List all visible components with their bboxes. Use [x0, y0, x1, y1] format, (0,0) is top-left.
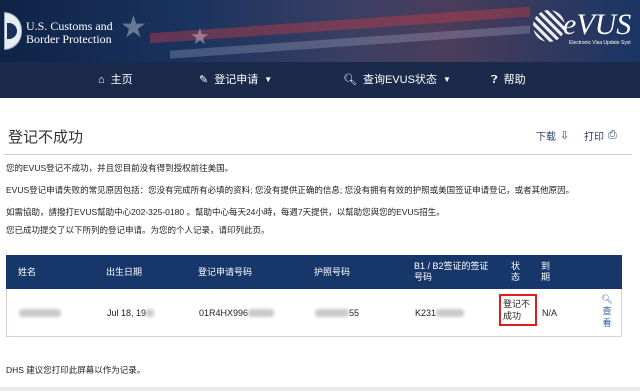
nav-apply[interactable]: ✎ 登记申请 ▼: [199, 62, 272, 98]
caret-down-icon: ▼: [264, 75, 273, 84]
view-line1: 查: [602, 306, 612, 316]
col-visa-line2: 号码: [414, 272, 433, 282]
cell-visa: K231: [415, 289, 465, 337]
nav-check-status-label: 查询EVUS状态: [362, 74, 437, 86]
nav-check-status[interactable]: 🔍︎ 查询EVUS状态 ▼: [343, 62, 451, 98]
divider: [4, 154, 632, 155]
redacted-dob: [146, 309, 155, 317]
edit-icon: ✎: [199, 74, 209, 86]
redacted-name: [19, 309, 61, 317]
print-label: 打印: [584, 132, 604, 143]
footnote: DHS 建议您打印此屏幕以作为记录。: [6, 365, 146, 375]
download-label: 下载: [536, 132, 556, 143]
table-row: Jul 18, 19 01R4HX996 55 K231 登记不 成功 N/A …: [6, 289, 622, 337]
bottom-rule: [0, 387, 640, 391]
star-icon: ★: [120, 11, 147, 44]
col-dob: 出生日期: [106, 266, 143, 277]
site-banner: ★ ★ U.S. Customs and Border Protection e…: [0, 0, 640, 62]
status-line1: 登记不: [503, 299, 531, 309]
nav-help-label: 帮助: [503, 74, 526, 86]
redacted-app-number: [248, 309, 275, 317]
star-icon: ★: [190, 24, 210, 49]
col-passport: 护照号码: [314, 266, 351, 277]
cell-app-number-text: 01R4HX996: [199, 308, 249, 318]
nav-home-label: 主页: [110, 74, 133, 86]
nav-help[interactable]: ❓︎ 帮助: [491, 62, 526, 98]
cell-dob: Jul 18, 19: [107, 289, 155, 337]
status-line2: 成功: [503, 311, 522, 321]
main-nav: ⌂ 主页 ✎ 登记申请 ▼ 🔍︎ 查询EVUS状态 ▼ ❓︎ 帮助: [0, 62, 640, 98]
col-name: 姓名: [18, 266, 37, 277]
download-button[interactable]: 下载 ⇩: [536, 128, 569, 143]
cell-app-number: 01R4HX996: [199, 289, 275, 337]
evus-logo-text: eVUS: [563, 8, 632, 41]
results-table-header: 姓名 出生日期 登记申请号码 护照号码 B1 / B2签证的签证 号码 状 态 …: [6, 255, 622, 289]
agency-name: U.S. Customs and Border Protection: [26, 20, 113, 46]
agency-name-line2: Border Protection: [26, 32, 112, 46]
evus-logo-subtitle: Electronic Visa Update Syst: [569, 40, 631, 46]
col-expiry-line2: 期: [541, 272, 551, 282]
download-icon: ⇩: [560, 130, 570, 142]
view-link[interactable]: 🔍︎ 查 看: [599, 293, 615, 329]
cell-passport: 55: [315, 289, 359, 337]
printer-icon: ⎙: [608, 129, 617, 141]
col-visa-line1: B1 / B2签证的签证: [414, 261, 489, 271]
caret-down-icon: ▼: [442, 75, 451, 84]
col-expiry: 到 期: [541, 255, 550, 289]
question-icon: ❓︎: [491, 74, 498, 86]
col-status-line2: 态: [511, 272, 521, 282]
search-icon: 🔍︎: [601, 294, 613, 304]
cell-expiry: N/A: [542, 308, 558, 318]
status-message: 您的EVUS登记不成功，并且您目前没有得到授权前往美国。: [6, 163, 234, 173]
print-button[interactable]: 打印 ⎙: [584, 128, 617, 143]
help-message: 如需協助，請撥打EVUS幫助中心202-325-0180 。幫助中心每天24小時…: [6, 207, 445, 217]
nav-home[interactable]: ⌂ 主页: [98, 62, 133, 98]
view-line2: 看: [602, 318, 612, 328]
col-status: 状 态: [511, 255, 520, 289]
cell-visa-text: K231: [415, 308, 437, 318]
home-icon: ⌂: [98, 74, 105, 86]
col-app-number: 登记申请号码: [198, 266, 253, 277]
cell-dob-text: Jul 18, 19: [107, 308, 147, 318]
globe-icon: [533, 10, 565, 42]
status-badge: 登记不 成功: [499, 294, 537, 326]
col-status-line1: 状: [511, 261, 521, 271]
submitted-message: 您已成功提交了以下所列的登记申请。为您的个人记录，请印列此页。: [6, 225, 270, 235]
col-expiry-line1: 到: [541, 261, 551, 271]
nav-apply-label: 登记申请: [214, 74, 259, 86]
main-content: 登记不成功 下载 ⇩ 打印 ⎙ 您的EVUS登记不成功，并且您目前没有得到授权前…: [0, 98, 640, 391]
search-icon: 🔍︎: [343, 74, 357, 86]
page-title: 登记不成功: [8, 129, 84, 146]
redacted-passport: [315, 309, 349, 317]
cell-name: [19, 289, 61, 337]
cell-passport-text: 55: [349, 308, 360, 318]
redacted-visa: [436, 309, 465, 317]
dhs-seal-logo: [4, 12, 22, 50]
col-visa: B1 / B2签证的签证 号码: [414, 255, 489, 289]
reasons-message: EVUS登记申请失败的常见原因包括：您没有完成所有必填的资料; 您没有提供正确的…: [6, 185, 575, 195]
